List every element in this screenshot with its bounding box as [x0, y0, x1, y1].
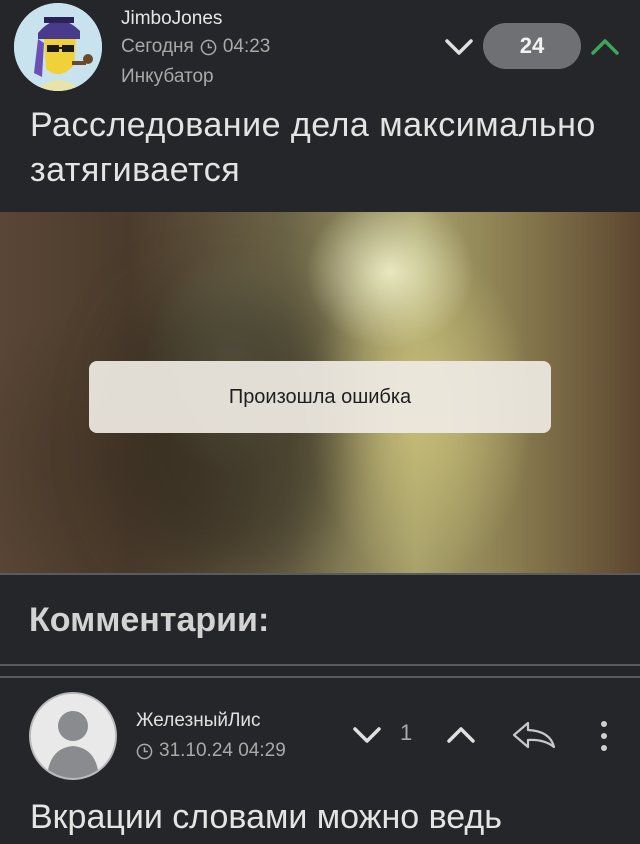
post-date-label: Сегодня	[121, 36, 194, 57]
author-avatar[interactable]	[14, 3, 102, 91]
chevron-down-icon[interactable]	[442, 30, 476, 64]
post-rating-badge: 24	[483, 23, 581, 69]
divider	[0, 664, 640, 666]
comment-author[interactable]: ЖелезныйЛис	[136, 710, 261, 732]
post-community[interactable]: Инкубатор	[121, 66, 214, 88]
chevron-up-icon[interactable]	[588, 30, 622, 64]
clock-icon	[136, 743, 153, 759]
divider	[0, 573, 640, 575]
post-header: JimboJones Сегодня 04:23 Инкубатор 24 Ра…	[0, 0, 640, 212]
comment-text: Вкрации словами можно ведь	[30, 798, 502, 836]
clock-icon	[200, 39, 217, 55]
comment-datetime: 31.10.24 04:29	[159, 740, 286, 761]
comment-author-avatar[interactable]	[29, 692, 117, 780]
user-avatar-icon	[31, 694, 115, 778]
post-date: Сегодня 04:23	[121, 36, 270, 58]
post-author[interactable]: JimboJones	[121, 8, 222, 30]
comment-rating: 1	[400, 720, 413, 745]
reply-icon[interactable]	[510, 718, 558, 752]
video-player[interactable]: Произошла ошибка	[0, 212, 640, 573]
chevron-up-icon[interactable]	[444, 718, 478, 752]
post-title: Расследование дела максимально затягивае…	[30, 106, 596, 189]
comments-heading: Комментарии:	[29, 601, 270, 639]
video-error-message: Произошла ошибка	[89, 361, 551, 433]
chevron-down-icon[interactable]	[350, 718, 384, 752]
post-time: 04:23	[222, 36, 271, 57]
avatar-image	[14, 3, 102, 91]
comment-date: 31.10.24 04:29	[136, 740, 286, 762]
divider	[0, 676, 640, 678]
more-vertical-icon[interactable]	[592, 716, 616, 756]
